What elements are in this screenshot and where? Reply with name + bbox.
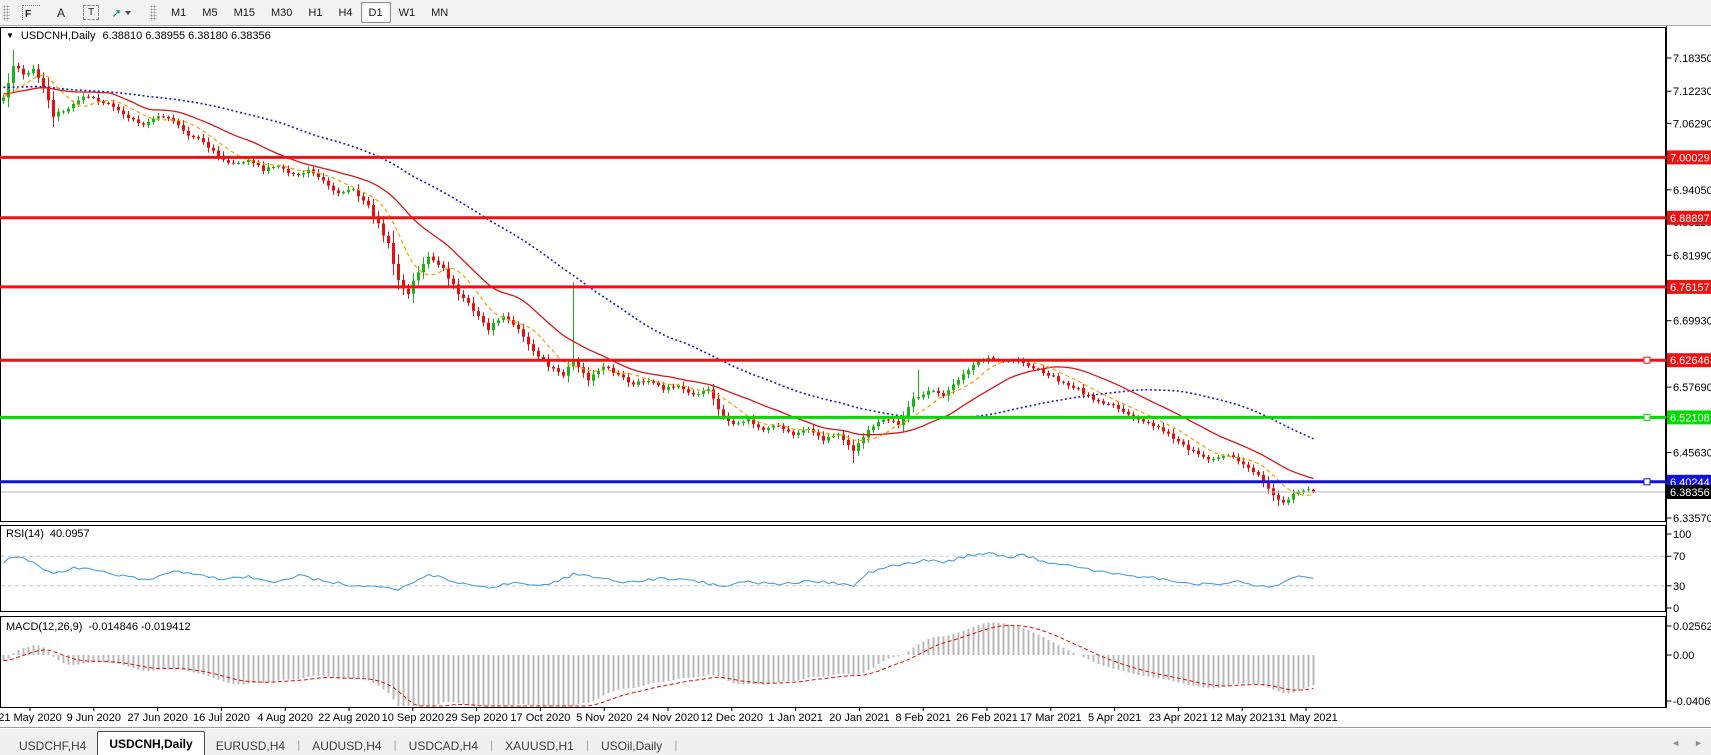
rsi-name: RSI(14)	[6, 528, 44, 540]
svg-text:7.06290: 7.06290	[1673, 118, 1711, 130]
svg-text:6.62646: 6.62646	[1670, 355, 1710, 367]
chart-tab-usdcnh[interactable]: USDCNH,Daily	[97, 731, 204, 755]
toolbar: F A T ➚ M1M5M15M30H1H4D1W1MN	[0, 0, 1711, 26]
chart-title: ▼ USDCNH,Daily 6.38810 6.38955 6.38180 6…	[6, 30, 271, 42]
rsi-value: 40.0957	[50, 528, 90, 540]
timeframe-h1-button[interactable]: H1	[300, 2, 330, 23]
timeframe-m1-button[interactable]: M1	[163, 2, 194, 23]
svg-text:12 Dec 2020: 12 Dec 2020	[701, 712, 763, 724]
fibonacci-tool-button[interactable]: F	[17, 2, 45, 24]
chart-tab-usdchf[interactable]: USDCHF,H4	[8, 735, 97, 755]
timeframe-w1-button[interactable]: W1	[391, 2, 424, 23]
label-tool-icon: T	[83, 5, 99, 20]
tab-divider: |	[297, 738, 300, 752]
level-handle[interactable]	[1644, 357, 1650, 363]
svg-text:0.00: 0.00	[1673, 650, 1694, 662]
svg-text:6.69930: 6.69930	[1673, 316, 1711, 328]
chart-tab-bar: USDCHF,H4USDCNH,DailyEURUSD,H4|AUDUSD,H4…	[0, 727, 1711, 755]
svg-text:26 Feb 2021: 26 Feb 2021	[956, 712, 1018, 724]
chart-tab-usdcad[interactable]: USDCAD,H4	[398, 735, 489, 755]
svg-text:70: 70	[1673, 551, 1685, 563]
svg-text:24 Nov 2020: 24 Nov 2020	[637, 712, 699, 724]
tabs-scroll-right-icon[interactable]: ►	[1694, 738, 1703, 748]
chart-tab-usoil[interactable]: USOil,Daily	[590, 735, 673, 755]
svg-text:6.76157: 6.76157	[1670, 282, 1710, 294]
svg-text:1 Jan 2021: 1 Jan 2021	[768, 712, 822, 724]
svg-text:8 Feb 2021: 8 Feb 2021	[895, 712, 951, 724]
svg-text:4 Aug 2020: 4 Aug 2020	[257, 712, 313, 724]
svg-text:6.38356: 6.38356	[1670, 487, 1710, 499]
svg-text:0: 0	[1673, 603, 1679, 615]
svg-text:7.12230: 7.12230	[1673, 86, 1711, 98]
timeframe-m30-button[interactable]: M30	[263, 2, 300, 23]
fibonacci-tool-icon: F	[22, 5, 40, 20]
svg-text:6.33570: 6.33570	[1673, 513, 1711, 525]
svg-text:20 Jan 2021: 20 Jan 2021	[829, 712, 890, 724]
svg-text:31 May 2021: 31 May 2021	[1274, 712, 1338, 724]
svg-text:27 Jun 2020: 27 Jun 2020	[127, 712, 188, 724]
timeframe-buttons: M1M5M15M30H1H4D1W1MN	[163, 2, 456, 23]
level-handle[interactable]	[1644, 414, 1650, 420]
svg-text:6.81990: 6.81990	[1673, 250, 1711, 262]
line-study-tools: F A T ➚	[16, 2, 136, 24]
chart-ohlc-values: 6.38810 6.38955 6.38180 6.38356	[102, 30, 270, 42]
chart-menu-icon[interactable]: ▼	[6, 32, 14, 40]
svg-text:30: 30	[1673, 581, 1685, 593]
svg-text:6.45630: 6.45630	[1673, 448, 1711, 460]
macd-name: MACD(12,26,9)	[6, 621, 82, 633]
svg-text:6.94050: 6.94050	[1673, 185, 1711, 197]
tabs-scroll-left-icon[interactable]: ◄	[1671, 738, 1680, 748]
tab-divider: |	[490, 738, 493, 752]
svg-text:17 Oct 2020: 17 Oct 2020	[510, 712, 570, 724]
arrows-dropdown-icon[interactable]	[125, 11, 131, 15]
svg-text:29 Sep 2020: 29 Sep 2020	[445, 712, 507, 724]
macd-values: -0.014846 -0.019412	[88, 621, 190, 633]
timeframe-m5-button[interactable]: M5	[194, 2, 225, 23]
price-chart-canvas[interactable]: 7.183507.122307.062906.940506.881106.819…	[0, 0, 1711, 727]
timeframe-d1-button[interactable]: D1	[361, 2, 391, 23]
svg-text:6.57690: 6.57690	[1673, 382, 1711, 394]
svg-text:-0.040687: -0.040687	[1673, 696, 1711, 708]
date-axis: 21 May 2020 9 Jun 2020 27 Jun 2020 16 Jul 2…	[0, 708, 1338, 724]
svg-text:100: 100	[1673, 529, 1691, 541]
timeframe-m15-button[interactable]: M15	[226, 2, 263, 23]
svg-text:0.025623: 0.025623	[1673, 621, 1711, 633]
timeframe-drag-handle-icon[interactable]	[150, 5, 157, 21]
tab-divider: |	[586, 738, 589, 752]
rsi-indicator-label: RSI(14) 40.0957	[6, 528, 90, 540]
svg-text:9 Jun 2020: 9 Jun 2020	[67, 712, 121, 724]
tab-divider: |	[394, 738, 397, 752]
chart-tab-audusd[interactable]: AUDUSD,H4	[301, 735, 392, 755]
chart-symbol-period: USDCNH,Daily	[21, 30, 96, 42]
arrows-tool-button[interactable]: ➚	[107, 2, 135, 24]
tab-divider: |	[674, 738, 677, 752]
text-tool-icon: A	[57, 6, 65, 20]
macd-indicator-label: MACD(12,26,9) -0.014846 -0.019412	[6, 621, 191, 633]
text-tool-button[interactable]: A	[47, 2, 75, 24]
chart-tab-eurusd[interactable]: EURUSD,H4	[205, 735, 296, 755]
price-axis: 7.183507.122307.062906.940506.881106.819…	[1667, 53, 1711, 525]
timeframe-h4-button[interactable]: H4	[330, 2, 360, 23]
svg-text:12 May 2021: 12 May 2021	[1210, 712, 1274, 724]
svg-text:23 Apr 2021: 23 Apr 2021	[1149, 712, 1208, 724]
svg-text:21 May 2020: 21 May 2020	[0, 712, 62, 724]
svg-text:5 Apr 2021: 5 Apr 2021	[1088, 712, 1141, 724]
svg-text:6.52108: 6.52108	[1670, 412, 1710, 424]
svg-text:7.18350: 7.18350	[1673, 53, 1711, 65]
svg-text:16 Jul 2020: 16 Jul 2020	[193, 712, 250, 724]
label-tool-button[interactable]: T	[77, 2, 105, 24]
chart-tab-xauusd[interactable]: XAUUSD,H1	[494, 735, 585, 755]
svg-text:7.00029: 7.00029	[1670, 152, 1710, 164]
svg-text:5 Nov 2020: 5 Nov 2020	[576, 712, 632, 724]
timeframe-mn-button[interactable]: MN	[423, 2, 456, 23]
svg-text:22 Aug 2020: 22 Aug 2020	[318, 712, 380, 724]
level-handle[interactable]	[1644, 479, 1650, 485]
arrows-tool-icon: ➚	[111, 6, 121, 20]
svg-text:17 Mar 2021: 17 Mar 2021	[1020, 712, 1082, 724]
svg-text:10 Sep 2020: 10 Sep 2020	[382, 712, 444, 724]
panel-frames	[0, 26, 1711, 709]
toolbar-drag-handle-icon[interactable]	[3, 5, 10, 21]
svg-text:6.88897: 6.88897	[1670, 213, 1710, 225]
